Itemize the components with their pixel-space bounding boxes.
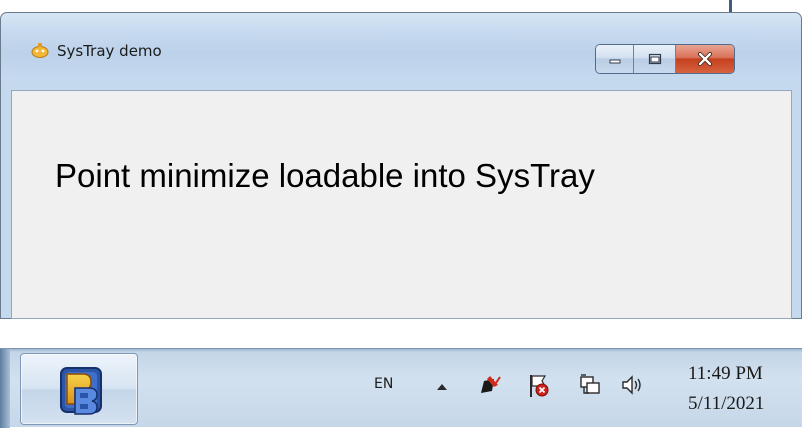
- powerbuilder-icon: [60, 367, 102, 415]
- caption-buttons: [595, 44, 735, 74]
- taskbar-app-button[interactable]: [20, 353, 138, 425]
- clock-date[interactable]: 5/11/2021: [688, 393, 764, 415]
- app-window[interactable]: SysTray demo Point minimize loadable int…: [0, 12, 802, 319]
- show-hidden-icons-arrow[interactable]: [437, 384, 447, 390]
- start-edge: [0, 349, 10, 428]
- action-center-icon[interactable]: [527, 373, 551, 399]
- desktop-edge: [729, 0, 732, 12]
- maximize-button[interactable]: [634, 45, 676, 73]
- edit-flag-icon[interactable]: [478, 373, 502, 397]
- taskbar: EN 11:49 PM 5/11/2021: [0, 348, 802, 428]
- language-indicator[interactable]: EN: [374, 376, 393, 392]
- minimize-button[interactable]: [596, 45, 634, 73]
- close-icon: [698, 52, 712, 66]
- volume-icon[interactable]: [620, 373, 644, 397]
- network-icon[interactable]: [579, 373, 601, 397]
- systray-app-icon: [31, 43, 49, 58]
- clock-time[interactable]: 11:49 PM: [688, 363, 763, 385]
- maximize-icon: [648, 53, 661, 65]
- client-area: Point minimize loadable into SysTray: [11, 90, 792, 319]
- minimize-icon: [609, 59, 620, 64]
- content-label: Point minimize loadable into SysTray: [55, 157, 595, 194]
- window-title: SysTray demo: [57, 42, 162, 60]
- close-button[interactable]: [676, 45, 734, 73]
